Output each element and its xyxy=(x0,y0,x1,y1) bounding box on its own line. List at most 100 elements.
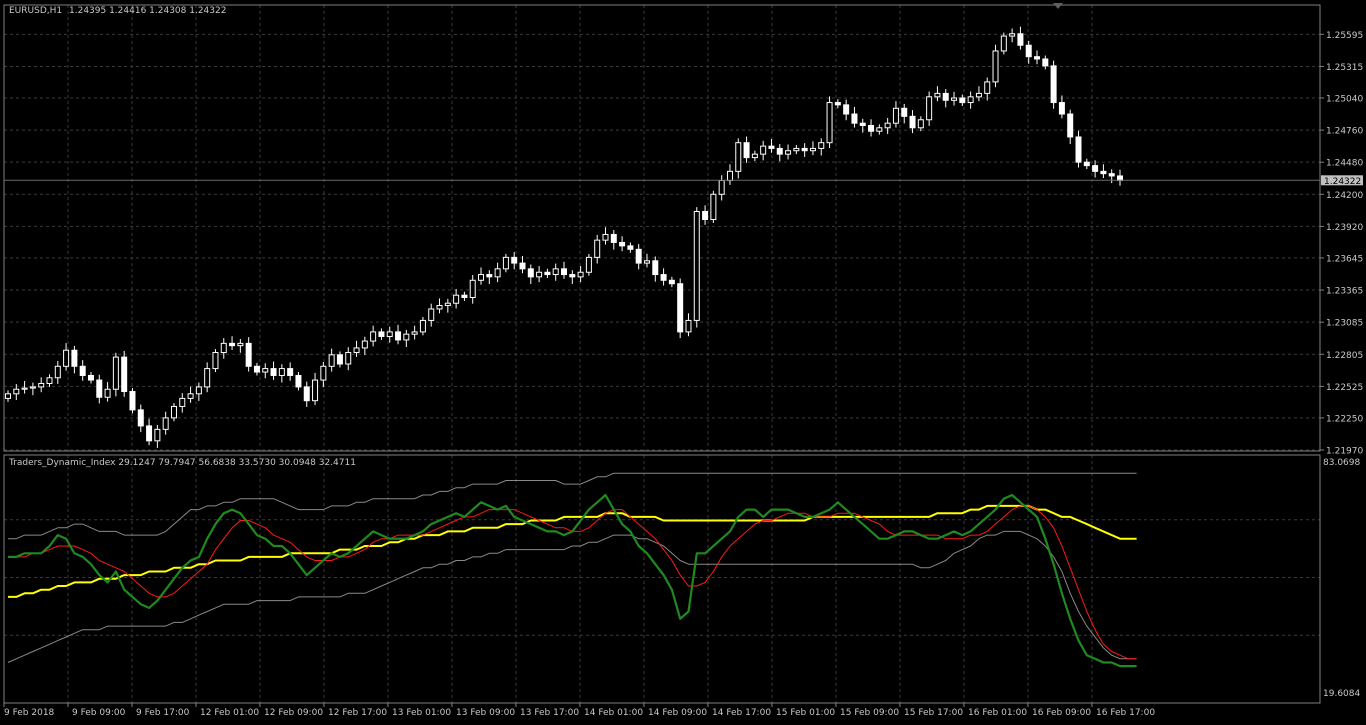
candle-body[interactable] xyxy=(892,107,899,124)
candle-body[interactable] xyxy=(809,147,816,152)
candle-body[interactable] xyxy=(726,170,733,182)
candle-body[interactable] xyxy=(511,256,518,264)
candle-body[interactable] xyxy=(702,210,709,221)
candle-body[interactable] xyxy=(776,147,783,155)
candle-body[interactable] xyxy=(361,340,368,349)
candle-body[interactable] xyxy=(627,245,634,250)
candle-body[interactable] xyxy=(1058,102,1065,115)
candle-body[interactable] xyxy=(826,102,833,144)
candle-body[interactable] xyxy=(112,356,119,390)
candle-body[interactable] xyxy=(569,274,576,278)
candle-body[interactable] xyxy=(287,368,294,376)
candle-body[interactable] xyxy=(1000,35,1007,52)
candle-body[interactable] xyxy=(926,96,933,121)
candle-body[interactable] xyxy=(859,122,866,126)
candle-body[interactable] xyxy=(212,352,219,370)
candle-body[interactable] xyxy=(760,145,767,155)
candle-body[interactable] xyxy=(278,368,285,376)
candle-body[interactable] xyxy=(834,102,841,106)
candle-body[interactable] xyxy=(162,417,169,430)
candle-body[interactable] xyxy=(1083,161,1090,167)
candle-body[interactable] xyxy=(295,374,302,388)
candle-body[interactable] xyxy=(718,180,725,195)
candle-body[interactable] xyxy=(818,142,825,149)
candle-body[interactable] xyxy=(270,368,277,376)
candle-body[interactable] xyxy=(668,279,675,285)
candle-body[interactable] xyxy=(21,387,28,390)
candle-body[interactable] xyxy=(320,365,327,381)
candle-body[interactable] xyxy=(992,50,999,83)
candle-body[interactable] xyxy=(187,393,194,399)
candle-body[interactable] xyxy=(942,92,949,101)
candle-body[interactable] xyxy=(502,256,509,270)
candle-body[interactable] xyxy=(975,92,982,98)
candle-body[interactable] xyxy=(137,409,144,427)
candle-body[interactable] xyxy=(635,248,642,264)
candle-body[interactable] xyxy=(436,305,443,310)
candle-body[interactable] xyxy=(1092,165,1099,172)
candle-body[interactable] xyxy=(801,147,808,152)
candle-body[interactable] xyxy=(170,405,177,419)
candle-body[interactable] xyxy=(685,319,692,333)
candle-body[interactable] xyxy=(428,308,435,321)
candle-body[interactable] xyxy=(469,279,476,298)
candle-body[interactable] xyxy=(1042,58,1049,67)
candle-body[interactable] xyxy=(419,319,426,333)
candle-body[interactable] xyxy=(63,349,70,367)
candle-body[interactable] xyxy=(1050,65,1057,104)
candle-body[interactable] xyxy=(1067,113,1074,138)
candle-body[interactable] xyxy=(951,97,958,101)
candle-body[interactable] xyxy=(677,283,684,333)
candle-body[interactable] xyxy=(1075,136,1082,163)
candle-body[interactable] xyxy=(917,119,924,129)
candle-body[interactable] xyxy=(934,92,941,98)
candle-body[interactable] xyxy=(660,274,667,281)
candle-body[interactable] xyxy=(54,365,61,379)
candle-body[interactable] xyxy=(585,256,592,273)
candle-body[interactable] xyxy=(552,268,559,276)
candle-body[interactable] xyxy=(768,145,775,149)
candle-body[interactable] xyxy=(71,349,78,367)
candle-body[interactable] xyxy=(237,342,244,347)
candle-body[interactable] xyxy=(984,81,991,94)
candle-body[interactable] xyxy=(876,127,883,132)
candle-body[interactable] xyxy=(793,147,800,152)
candle-body[interactable] xyxy=(87,374,94,381)
candle-body[interactable] xyxy=(328,354,335,367)
candle-body[interactable] xyxy=(519,262,526,270)
candle-body[interactable] xyxy=(129,391,136,411)
candle-body[interactable] xyxy=(386,331,393,337)
candle-body[interactable] xyxy=(461,294,468,298)
candle-body[interactable] xyxy=(38,382,45,388)
candle-body[interactable] xyxy=(245,342,252,367)
candle-body[interactable] xyxy=(411,331,418,335)
candle-body[interactable] xyxy=(121,356,128,393)
candle-body[interactable] xyxy=(868,124,875,132)
candle-body[interactable] xyxy=(751,153,758,159)
candle-body[interactable] xyxy=(378,331,385,337)
candle-body[interactable] xyxy=(444,302,451,307)
candle-body[interactable] xyxy=(602,233,609,241)
candle-body[interactable] xyxy=(561,268,567,276)
candle-body[interactable] xyxy=(610,233,617,243)
candle-body[interactable] xyxy=(1100,170,1107,175)
candle-body[interactable] xyxy=(619,241,626,247)
candle-body[interactable] xyxy=(710,193,717,221)
candle-body[interactable] xyxy=(403,333,410,341)
candle-body[interactable] xyxy=(901,107,908,117)
candle-body[interactable] xyxy=(154,428,161,442)
candle-body[interactable] xyxy=(536,271,543,278)
candle-body[interactable] xyxy=(743,142,750,159)
candle-body[interactable] xyxy=(195,386,202,395)
candle-body[interactable] xyxy=(345,352,352,365)
candle-body[interactable] xyxy=(959,97,966,104)
candle-body[interactable] xyxy=(544,271,551,276)
candle-body[interactable] xyxy=(851,113,858,124)
candle-body[interactable] xyxy=(179,397,186,407)
candle-body[interactable] xyxy=(1009,33,1016,37)
candle-body[interactable] xyxy=(1025,44,1032,58)
candle-body[interactable] xyxy=(478,274,485,281)
candle-body[interactable] xyxy=(486,274,493,278)
candle-body[interactable] xyxy=(1108,173,1115,177)
candle-body[interactable] xyxy=(453,294,460,304)
